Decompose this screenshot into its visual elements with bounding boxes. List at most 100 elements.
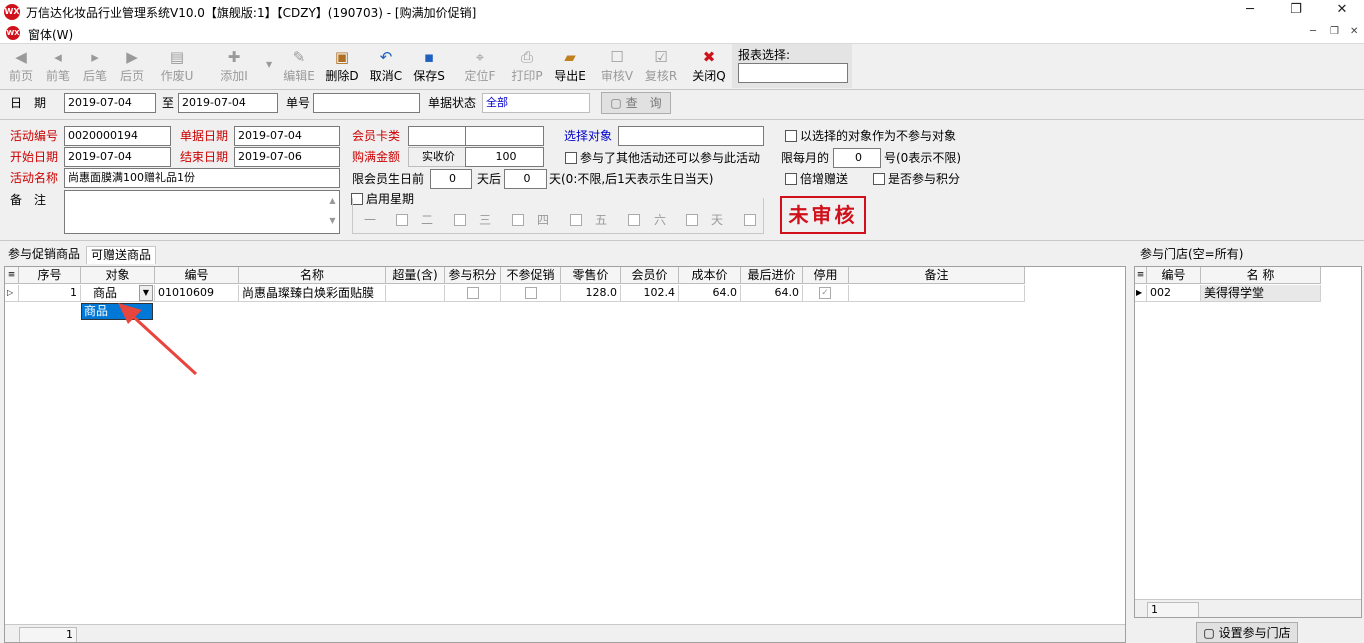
no-input[interactable]	[313, 93, 420, 113]
tab-gift-goods[interactable]: 可赠送商品	[86, 246, 157, 264]
price-type-select[interactable]: 实收价	[408, 147, 466, 167]
cell-remark[interactable]	[849, 285, 1025, 302]
close-icon[interactable]: ✕	[1332, 2, 1352, 17]
col-disabled[interactable]: 停用	[803, 267, 849, 284]
birthday-after-input[interactable]: 0	[504, 169, 547, 189]
menu-window[interactable]: 窗体(W)	[28, 26, 73, 43]
toolbar: ◀ 前页 ◂ 前笔 ▸ 后笔 ▶ 后页 ▤ 作废U ✚ 添加I ▼ ✎ 编辑E ▣ 删除D ↶ 取…	[0, 44, 1364, 90]
cell-member[interactable]: 102.4	[621, 285, 679, 302]
activity-no-input[interactable]: 0020000194	[64, 126, 171, 146]
disabled-check-icon[interactable]: ✓	[819, 287, 831, 299]
first-page-button[interactable]: ◀ 前页	[0, 46, 42, 88]
tab-promo-goods[interactable]: 参与促销商品	[4, 244, 85, 264]
store-cell-code[interactable]: 002	[1147, 285, 1201, 302]
remark-label: 备 注	[10, 193, 47, 207]
weekday-sun-checkbox[interactable]	[744, 214, 756, 226]
query-button[interactable]: ▢ 查 询	[601, 92, 671, 114]
exclude-checkbox[interactable]	[785, 130, 797, 142]
date-from-input[interactable]: 2019-07-04	[64, 93, 156, 113]
col-member[interactable]: 会员价	[621, 267, 679, 284]
select-target-input[interactable]	[618, 126, 764, 146]
cell-excess[interactable]	[386, 285, 445, 302]
weekday-wed-checkbox[interactable]	[512, 214, 524, 226]
close-form-button[interactable]: ✖ 关闭Q	[688, 46, 730, 88]
remark-textarea[interactable]	[64, 190, 340, 234]
full-amount-input[interactable]: 100	[465, 147, 544, 167]
cancel-button[interactable]: ↶ 取消C	[365, 46, 407, 88]
activity-name-input[interactable]: 尚惠面膜满100赠礼品1份	[64, 168, 340, 188]
double-gift-checkbox[interactable]	[785, 173, 797, 185]
prev-record-button[interactable]: ◂ 前笔	[37, 46, 79, 88]
cell-disabled[interactable]: ✓	[803, 285, 849, 302]
add-button[interactable]: ✚ 添加I	[213, 46, 255, 88]
status-select[interactable]: 全部	[482, 93, 590, 113]
col-code[interactable]: 编号	[155, 267, 239, 284]
add-dropdown-icon[interactable]: ▼	[266, 60, 272, 69]
remark-scrollbar[interactable]: ▲ ▼	[326, 191, 339, 233]
print-button[interactable]: ⎙ 打印P	[506, 46, 548, 88]
col-cost[interactable]: 成本价	[679, 267, 741, 284]
cell-name[interactable]: 尚惠晶璨臻白焕彩面贴膜	[239, 285, 386, 302]
birthday-hint: 天(0:不限,后1天表示生日当天)	[549, 172, 714, 186]
no-promo-cell-checkbox[interactable]	[525, 287, 537, 299]
start-date-input[interactable]: 2019-07-04	[64, 147, 171, 167]
weekday-fri-checkbox[interactable]	[628, 214, 640, 226]
recheck-button[interactable]: ☑ 复核R	[640, 46, 682, 88]
store-col-code[interactable]: 编号	[1147, 267, 1201, 284]
col-seq[interactable]: 序号	[19, 267, 81, 284]
cell-retail[interactable]: 128.0	[561, 285, 621, 302]
date-to-input[interactable]: 2019-07-04	[178, 93, 278, 113]
weekday-mon-checkbox[interactable]	[396, 214, 408, 226]
weekday-sat-checkbox[interactable]	[686, 214, 698, 226]
points-checkbox[interactable]	[873, 173, 885, 185]
doc-date-input[interactable]: 2019-07-04	[234, 126, 340, 146]
weekday-mon: 一	[364, 213, 377, 227]
monthly-input[interactable]: 0	[833, 148, 881, 168]
chevron-down-icon[interactable]: ▼	[139, 285, 153, 301]
next-record-button[interactable]: ▸ 后笔	[74, 46, 116, 88]
maximize-icon[interactable]: ❐	[1286, 2, 1306, 17]
set-stores-button[interactable]: ▢ 设置参与门店	[1196, 622, 1298, 643]
weekday-thu-checkbox[interactable]	[570, 214, 582, 226]
locate-button[interactable]: ⌖ 定位F	[459, 46, 501, 88]
col-object[interactable]: 对象	[81, 267, 155, 284]
delete-button[interactable]: ▣ 删除D	[321, 46, 363, 88]
mdi-minimize-icon[interactable]: ─	[1310, 26, 1316, 37]
points-cell-checkbox[interactable]	[467, 287, 479, 299]
cell-no-promo[interactable]	[501, 285, 561, 302]
last-page-button[interactable]: ▶ 后页	[111, 46, 153, 88]
void-button[interactable]: ▤ 作废U	[156, 46, 198, 88]
weekday-tue-checkbox[interactable]	[454, 214, 466, 226]
activity-no-label: 活动编号	[10, 129, 59, 143]
tab-stores[interactable]: 参与门店(空=所有)	[1136, 244, 1247, 264]
birthday-before-input[interactable]: 0	[430, 169, 472, 189]
store-cell-name[interactable]: 美得得学堂	[1201, 285, 1321, 302]
col-no-promo[interactable]: 不参促销	[501, 267, 561, 284]
edit-button[interactable]: ✎ 编辑E	[278, 46, 320, 88]
select-target-label[interactable]: 选择对象	[564, 126, 612, 146]
report-select[interactable]	[738, 63, 848, 83]
audit-button[interactable]: ☐ 审核V	[596, 46, 638, 88]
other-activity-checkbox[interactable]	[565, 152, 577, 164]
end-date-input[interactable]: 2019-07-06	[234, 147, 340, 167]
start-date-label: 开始日期	[10, 150, 59, 164]
store-col-name[interactable]: 名 称	[1201, 267, 1321, 284]
cell-seq[interactable]: 1	[19, 285, 81, 302]
mdi-close-icon[interactable]: ✕	[1350, 26, 1358, 37]
col-points[interactable]: 参与积分	[445, 267, 501, 284]
col-remark[interactable]: 备注	[849, 267, 1025, 284]
col-name[interactable]: 名称	[239, 267, 386, 284]
col-excess[interactable]: 超量(含)	[386, 267, 445, 284]
col-retail[interactable]: 零售价	[561, 267, 621, 284]
mdi-restore-icon[interactable]: ❐	[1330, 26, 1339, 37]
card-type-input-a[interactable]	[408, 126, 466, 146]
cell-last[interactable]: 64.0	[741, 285, 803, 302]
save-button[interactable]: ▪ 保存S	[408, 46, 450, 88]
col-last[interactable]: 最后进价	[741, 267, 803, 284]
card-type-input-b[interactable]	[465, 126, 544, 146]
export-button[interactable]: ▰ 导出E	[549, 46, 591, 88]
end-date-label: 结束日期	[180, 150, 229, 164]
cell-cost[interactable]: 64.0	[679, 285, 741, 302]
minimize-icon[interactable]: ─	[1240, 2, 1260, 17]
cell-points[interactable]	[445, 285, 501, 302]
